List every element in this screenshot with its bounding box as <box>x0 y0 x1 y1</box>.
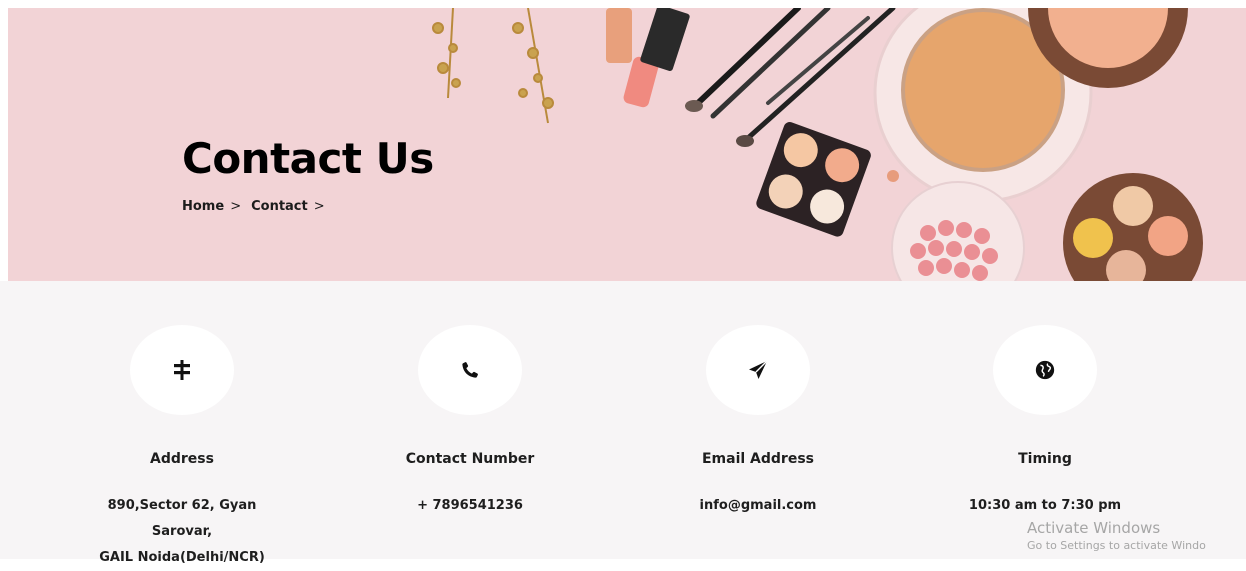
phone-icon[interactable] <box>459 359 481 381</box>
paper-plane-icon[interactable] <box>746 358 770 382</box>
address-line-1: 890,Sector 62, Gyan Sarovar, <box>107 498 257 539</box>
address-text: 890,Sector 62, Gyan Sarovar, GAIL Noida(… <box>82 493 282 571</box>
email-link[interactable]: info@gmail.com <box>658 493 858 519</box>
breadcrumb-contact-link[interactable]: Contact <box>251 199 308 214</box>
signpost-icon <box>174 360 190 380</box>
email-card: Email Address info@gmail.com <box>658 325 858 519</box>
timing-hours: 10:30 am to 7:30 pm <box>968 498 1122 513</box>
phone-icon-circle <box>418 325 522 415</box>
contact-number-card: Contact Number + 7896541236 <box>370 325 570 519</box>
address-card: Address 890,Sector 62, Gyan Sarovar, GAI… <box>82 325 282 571</box>
globe-icon <box>1035 360 1055 380</box>
email-text: info@gmail.com <box>658 493 858 519</box>
address-title: Address <box>150 451 214 467</box>
timing-title: Timing <box>1018 451 1072 467</box>
dried-flower-decoration <box>432 8 554 124</box>
address-line-2: GAIL Noida(Delhi/NCR) <box>99 550 265 565</box>
timing-text: 10:30 am to 7:30 pm <box>945 493 1145 519</box>
chevron-right-icon: > <box>313 199 325 214</box>
timing-icon-circle <box>993 325 1097 415</box>
lipsticks <box>606 8 690 108</box>
breadcrumb-home-link[interactable]: Home <box>182 199 224 214</box>
watermark-title: Activate Windows <box>1027 519 1161 537</box>
email-icon-circle <box>706 325 810 415</box>
contact-number-title: Contact Number <box>405 451 535 467</box>
hero-banner: Contact Us Home > Contact > <box>8 8 1246 281</box>
watermark-subtitle: Go to Settings to activate Windo <box>1027 539 1206 552</box>
chevron-right-icon: > <box>230 199 242 214</box>
activate-windows-watermark: Activate Windows Go to Settings to activ… <box>1027 519 1206 552</box>
eyeshadow-palette <box>756 122 871 237</box>
phone-number[interactable]: + 7896541236 <box>370 493 570 519</box>
address-icon-circle <box>130 325 234 415</box>
contact-info-section: Address 890,Sector 62, Gyan Sarovar, GAI… <box>0 281 1246 565</box>
eyeshadow-round-palette <box>1063 173 1203 281</box>
timing-card: Timing 10:30 am to 7:30 pm <box>945 325 1145 519</box>
page-title: Contact Us <box>182 134 434 183</box>
contact-number-text: + 7896541236 <box>370 493 570 519</box>
breadcrumb: Home > Contact > <box>182 199 329 214</box>
email-title: Email Address <box>701 451 814 467</box>
